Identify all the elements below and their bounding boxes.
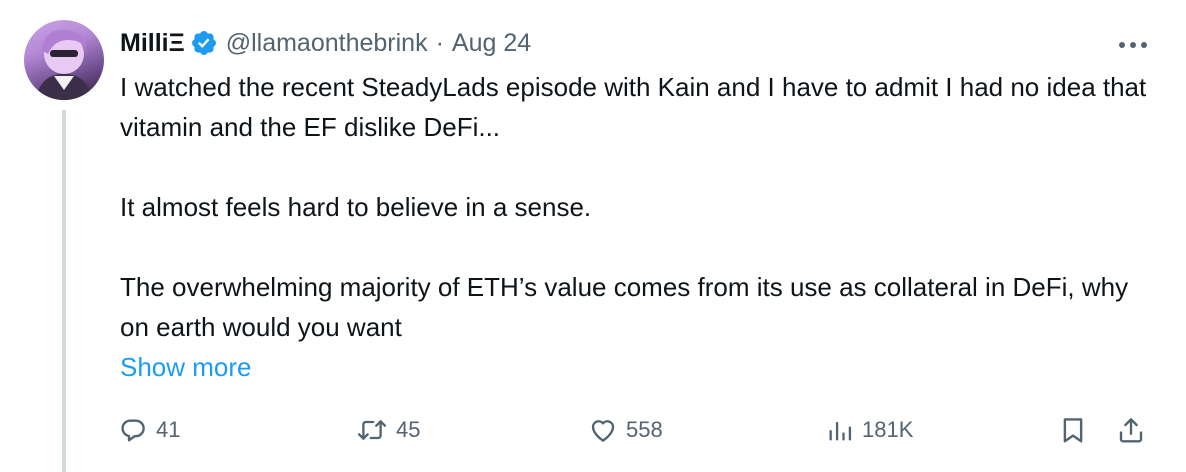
display-name-glyph: Ξ — [168, 28, 185, 57]
thread-line — [62, 110, 66, 472]
bookmark-icon — [1058, 415, 1088, 445]
like-count: 558 — [626, 417, 663, 442]
action-bar: 41 45 558 181K — [118, 410, 1158, 450]
tweet-date[interactable]: Aug 24 — [452, 29, 531, 58]
tweet-text: I watched the recent SteadyLads episode … — [120, 67, 1150, 347]
tweet-paragraph: The overwhelming majority of ETH’s value… — [120, 272, 1129, 342]
separator-dot: · — [435, 28, 444, 57]
like-icon — [588, 415, 618, 445]
views-count: 181K — [862, 417, 914, 442]
views-button[interactable]: 181K — [826, 410, 913, 450]
handle[interactable]: @llamaonthebrink — [226, 29, 428, 58]
bookmark-button[interactable] — [1058, 410, 1088, 450]
repost-button[interactable]: 45 — [356, 410, 420, 450]
reply-count: 41 — [156, 417, 181, 442]
share-icon — [1116, 415, 1146, 445]
share-button[interactable] — [1116, 410, 1146, 450]
tweet-paragraph: I watched the recent SteadyLads episode … — [120, 72, 1147, 142]
show-more-link[interactable]: Show more — [120, 347, 252, 387]
display-name[interactable]: MilliΞ — [120, 29, 185, 58]
like-button[interactable]: 558 — [588, 410, 663, 450]
reply-icon — [118, 415, 148, 445]
views-icon — [826, 416, 854, 444]
repost-count: 45 — [396, 417, 421, 442]
tweet: MilliΞ @llamaonthebrink · Aug 24 I watch… — [0, 0, 1186, 472]
reply-button[interactable]: 41 — [118, 410, 180, 450]
verified-badge-icon[interactable] — [190, 29, 218, 57]
display-name-text: Milli — [120, 28, 169, 57]
tweet-header: MilliΞ @llamaonthebrink · Aug 24 — [120, 26, 531, 60]
more-icon[interactable] — [1114, 30, 1152, 60]
avatar[interactable] — [24, 20, 104, 100]
tweet-paragraph: It almost feels hard to believe in a sen… — [120, 192, 592, 222]
repost-icon — [356, 415, 388, 445]
